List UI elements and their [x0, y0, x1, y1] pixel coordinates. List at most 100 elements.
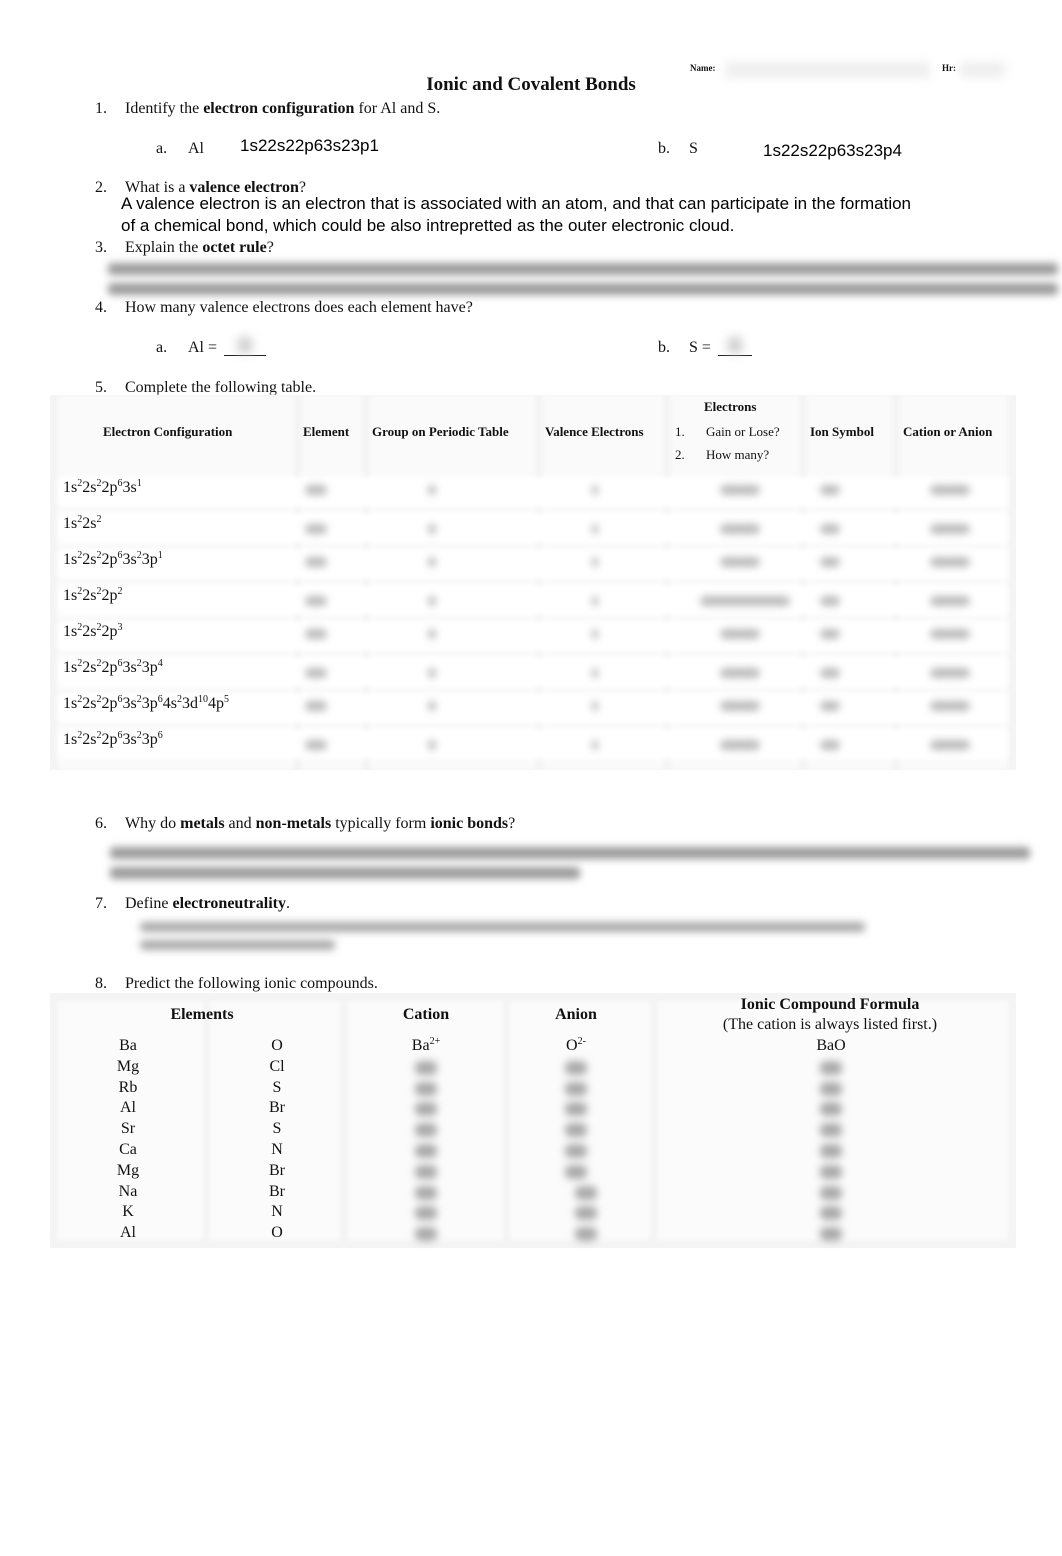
redacted-answer-cell[interactable]	[592, 629, 598, 639]
q4-a-blank[interactable]	[224, 337, 266, 356]
redacted-answer-cell[interactable]	[820, 524, 840, 534]
redacted-answer-cell[interactable]	[592, 668, 598, 678]
orbital: 2p	[101, 731, 118, 748]
redacted-answer-cell[interactable]	[820, 701, 840, 711]
redacted-answer-cell[interactable]	[820, 557, 840, 567]
anion-redacted[interactable]	[575, 1185, 597, 1200]
redacted-answer-cell[interactable]	[305, 740, 327, 750]
orbital: 2p	[101, 479, 118, 496]
ionic-formula[interactable]: BaO	[791, 1037, 871, 1055]
anion-redacted[interactable]	[565, 1102, 587, 1117]
redacted-answer-cell[interactable]	[305, 701, 327, 711]
cation-redacted[interactable]	[415, 1206, 437, 1221]
redacted-answer-cell[interactable]	[592, 596, 598, 606]
redacted-answer-cell[interactable]	[930, 701, 970, 711]
formula-redacted[interactable]	[820, 1144, 842, 1158]
redacted-answer-cell[interactable]	[930, 740, 970, 750]
redacted-answer-cell[interactable]	[930, 557, 970, 567]
redacted-answer-cell[interactable]	[720, 557, 760, 567]
cation-redacted[interactable]	[415, 1164, 437, 1179]
redacted-answer-cell[interactable]	[930, 668, 970, 678]
anion[interactable]: O2-	[536, 1037, 616, 1055]
redacted-answer-cell[interactable]	[720, 701, 760, 711]
redacted-answer-cell[interactable]	[592, 701, 598, 711]
redacted-answer-cell[interactable]	[720, 740, 760, 750]
formula-redacted[interactable]	[820, 1206, 842, 1221]
anion-redacted[interactable]	[575, 1227, 597, 1242]
redacted-answer-cell[interactable]	[592, 524, 598, 534]
formula-redacted[interactable]	[820, 1081, 842, 1096]
formula-redacted[interactable]	[820, 1185, 842, 1200]
redacted-answer-cell[interactable]	[305, 668, 327, 678]
electron-configuration: 1s22s22p3	[63, 623, 122, 641]
question-7: 7. Define electroneutrality.	[95, 895, 290, 913]
redacted-answer-cell[interactable]	[428, 701, 436, 711]
redacted-answer-cell[interactable]	[820, 596, 840, 606]
anion-redacted[interactable]	[565, 1081, 587, 1096]
anion-redacted[interactable]	[565, 1164, 587, 1179]
redacted-answer-cell[interactable]	[820, 740, 840, 750]
redacted-answer-cell[interactable]	[428, 596, 436, 606]
q1-b-answer[interactable]: 1s22s22p63s23p4	[763, 141, 902, 161]
question-keyword: electroneutrality	[172, 895, 286, 912]
redacted-answer-cell[interactable]	[428, 740, 436, 750]
redacted-answer-cell[interactable]	[592, 740, 598, 750]
q1-b-element: S	[689, 140, 698, 157]
cation-redacted[interactable]	[415, 1102, 437, 1117]
q2-answer-line-1[interactable]: A valence electron is an electron that i…	[121, 194, 911, 214]
redacted-answer-cell[interactable]	[820, 485, 840, 495]
redacted-answer-cell[interactable]	[428, 629, 436, 639]
cation[interactable]: Ba2+	[386, 1037, 466, 1055]
q3-answer-redacted-line-1	[108, 263, 1058, 275]
formula-redacted[interactable]	[820, 1227, 842, 1242]
redacted-answer-cell[interactable]	[592, 557, 598, 567]
cation-redacted[interactable]	[415, 1144, 437, 1158]
cation-redacted[interactable]	[415, 1185, 437, 1200]
redacted-answer-cell[interactable]	[930, 596, 970, 606]
q6-answer-redacted-line-2	[110, 867, 580, 879]
redacted-answer-cell[interactable]	[820, 668, 840, 678]
redacted-answer-cell[interactable]	[720, 668, 760, 678]
formula-redacted[interactable]	[820, 1123, 842, 1138]
redacted-answer-cell[interactable]	[305, 524, 327, 534]
ion-symbol: Ba	[411, 1037, 430, 1054]
formula-redacted[interactable]	[820, 1060, 842, 1075]
electrons-item-2-num: 2.	[675, 447, 685, 462]
redacted-answer-cell[interactable]	[720, 485, 760, 495]
redacted-answer-cell[interactable]	[930, 629, 970, 639]
redacted-answer-cell[interactable]	[700, 596, 790, 606]
redacted-answer-cell[interactable]	[820, 629, 840, 639]
cation-redacted[interactable]	[415, 1227, 437, 1242]
formula-redacted[interactable]	[820, 1102, 842, 1117]
redacted-answer-cell[interactable]	[305, 485, 327, 495]
redacted-answer-cell[interactable]	[592, 485, 598, 495]
electron-count: 5	[223, 694, 229, 705]
anion-redacted[interactable]	[575, 1206, 597, 1221]
redacted-answer-cell[interactable]	[720, 524, 760, 534]
q4-b-blank[interactable]	[718, 337, 752, 356]
redacted-answer-cell[interactable]	[428, 485, 436, 495]
element-2: Br	[269, 1099, 285, 1117]
col-header-valence: Valence Electrons	[545, 424, 644, 439]
q1-a-answer[interactable]: 1s22s22p63s23p1	[240, 136, 379, 156]
question-keyword: metals	[180, 815, 225, 832]
redacted-answer-cell[interactable]	[305, 629, 327, 639]
q2-answer-line-2[interactable]: of a chemical bond, which could be also …	[121, 216, 734, 236]
redacted-answer-cell[interactable]	[305, 557, 327, 567]
question-text: Predict the following ionic compounds.	[125, 975, 378, 992]
cation-redacted[interactable]	[415, 1123, 437, 1138]
cation-redacted[interactable]	[415, 1081, 437, 1096]
cation-redacted[interactable]	[415, 1060, 437, 1075]
redacted-answer-cell[interactable]	[930, 524, 970, 534]
redacted-answer-cell[interactable]	[428, 668, 436, 678]
redacted-answer-cell[interactable]	[305, 596, 327, 606]
question-text: Why do metals and non-metals typically f…	[125, 815, 515, 832]
formula-redacted[interactable]	[820, 1164, 842, 1179]
anion-redacted[interactable]	[565, 1123, 587, 1138]
anion-redacted[interactable]	[565, 1060, 587, 1075]
anion-redacted[interactable]	[565, 1144, 587, 1158]
redacted-answer-cell[interactable]	[930, 485, 970, 495]
redacted-answer-cell[interactable]	[428, 524, 436, 534]
redacted-answer-cell[interactable]	[428, 557, 436, 567]
redacted-answer-cell[interactable]	[720, 629, 760, 639]
